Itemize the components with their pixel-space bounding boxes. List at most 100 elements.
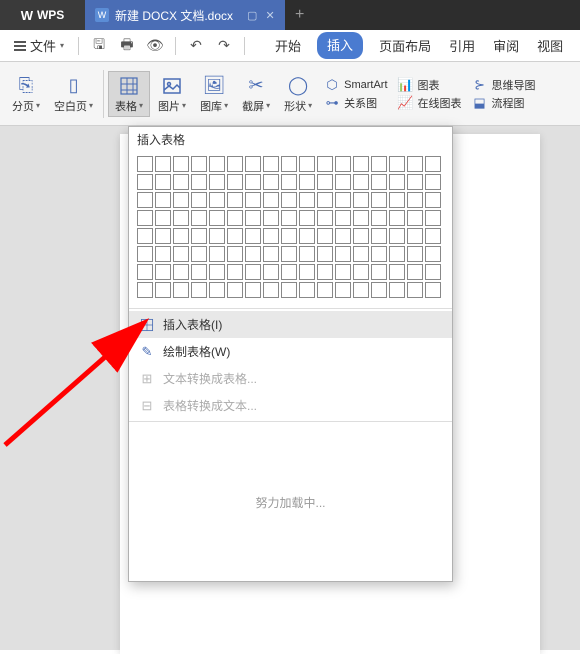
ribbon-table[interactable]: 表格▾ <box>108 71 150 117</box>
grid-cell[interactable] <box>335 282 351 298</box>
ribbon-blank-page[interactable]: ▯ 空白页▾ <box>48 72 99 116</box>
grid-cell[interactable] <box>281 210 297 226</box>
grid-cell[interactable] <box>371 156 387 172</box>
ribbon-smartart[interactable]: ⬡SmartArt <box>324 77 387 93</box>
grid-cell[interactable] <box>335 210 351 226</box>
grid-cell[interactable] <box>245 264 261 280</box>
grid-cell[interactable] <box>263 246 279 262</box>
grid-cell[interactable] <box>281 192 297 208</box>
grid-cell[interactable] <box>407 210 423 226</box>
grid-cell[interactable] <box>389 156 405 172</box>
grid-cell[interactable] <box>191 156 207 172</box>
tab-insert[interactable]: 插入 <box>317 32 363 59</box>
tab-review[interactable]: 审阅 <box>491 32 521 59</box>
redo-icon[interactable]: ↷ <box>212 34 236 58</box>
grid-cell[interactable] <box>407 228 423 244</box>
grid-cell[interactable] <box>353 264 369 280</box>
grid-cell[interactable] <box>425 228 441 244</box>
tab-view[interactable]: 视图 <box>535 32 565 59</box>
grid-cell[interactable] <box>209 246 225 262</box>
grid-cell[interactable] <box>155 210 171 226</box>
grid-cell[interactable] <box>371 192 387 208</box>
ribbon-paging[interactable]: ⎘ 分页▾ <box>6 72 46 116</box>
grid-cell[interactable] <box>371 246 387 262</box>
grid-cell[interactable] <box>191 174 207 190</box>
grid-cell[interactable] <box>137 228 153 244</box>
table-grid-picker[interactable] <box>129 152 452 306</box>
grid-cell[interactable] <box>407 156 423 172</box>
grid-cell[interactable] <box>209 228 225 244</box>
grid-cell[interactable] <box>191 246 207 262</box>
grid-cell[interactable] <box>407 246 423 262</box>
grid-cell[interactable] <box>407 264 423 280</box>
grid-cell[interactable] <box>317 264 333 280</box>
grid-cell[interactable] <box>317 282 333 298</box>
grid-cell[interactable] <box>263 264 279 280</box>
grid-cell[interactable] <box>371 264 387 280</box>
grid-cell[interactable] <box>191 210 207 226</box>
grid-cell[interactable] <box>335 246 351 262</box>
grid-cell[interactable] <box>227 174 243 190</box>
ribbon-flowchart[interactable]: ⬓流程图 <box>472 95 536 111</box>
grid-cell[interactable] <box>263 210 279 226</box>
grid-cell[interactable] <box>191 192 207 208</box>
grid-cell[interactable] <box>173 192 189 208</box>
grid-cell[interactable] <box>281 174 297 190</box>
grid-cell[interactable] <box>209 264 225 280</box>
grid-cell[interactable] <box>353 192 369 208</box>
ribbon-gallery[interactable]: 🖼 图库▾ <box>194 72 234 116</box>
save-icon[interactable]: 🖫 <box>87 34 111 58</box>
grid-cell[interactable] <box>335 192 351 208</box>
grid-cell[interactable] <box>155 228 171 244</box>
grid-cell[interactable] <box>173 156 189 172</box>
grid-cell[interactable] <box>425 282 441 298</box>
grid-cell[interactable] <box>389 228 405 244</box>
tab-close-icon[interactable]: ✕ <box>265 9 274 22</box>
grid-cell[interactable] <box>317 228 333 244</box>
grid-cell[interactable] <box>209 210 225 226</box>
grid-cell[interactable] <box>263 282 279 298</box>
grid-cell[interactable] <box>317 156 333 172</box>
grid-cell[interactable] <box>335 228 351 244</box>
grid-cell[interactable] <box>137 192 153 208</box>
grid-cell[interactable] <box>155 156 171 172</box>
grid-cell[interactable] <box>299 228 315 244</box>
grid-cell[interactable] <box>227 282 243 298</box>
grid-cell[interactable] <box>137 174 153 190</box>
grid-cell[interactable] <box>389 192 405 208</box>
grid-cell[interactable] <box>191 264 207 280</box>
grid-cell[interactable] <box>281 264 297 280</box>
grid-cell[interactable] <box>371 210 387 226</box>
grid-cell[interactable] <box>137 264 153 280</box>
ribbon-screenshot[interactable]: ✂ 截屏▾ <box>236 72 276 116</box>
print-icon[interactable]: 🖶 <box>115 34 139 58</box>
grid-cell[interactable] <box>137 210 153 226</box>
grid-cell[interactable] <box>335 156 351 172</box>
grid-cell[interactable] <box>155 246 171 262</box>
grid-cell[interactable] <box>173 228 189 244</box>
grid-cell[interactable] <box>245 156 261 172</box>
grid-cell[interactable] <box>263 228 279 244</box>
grid-cell[interactable] <box>209 156 225 172</box>
grid-cell[interactable] <box>389 174 405 190</box>
grid-cell[interactable] <box>425 156 441 172</box>
grid-cell[interactable] <box>425 174 441 190</box>
grid-cell[interactable] <box>299 210 315 226</box>
grid-cell[interactable] <box>407 174 423 190</box>
grid-cell[interactable] <box>425 264 441 280</box>
ribbon-mindmap[interactable]: ⊱思维导图 <box>472 77 536 93</box>
grid-cell[interactable] <box>173 264 189 280</box>
grid-cell[interactable] <box>209 174 225 190</box>
grid-cell[interactable] <box>227 192 243 208</box>
ribbon-relation[interactable]: ⊶关系图 <box>324 95 387 111</box>
grid-cell[interactable] <box>371 282 387 298</box>
grid-cell[interactable] <box>281 282 297 298</box>
grid-cell[interactable] <box>299 192 315 208</box>
grid-cell[interactable] <box>299 174 315 190</box>
grid-cell[interactable] <box>209 282 225 298</box>
ribbon-online-chart[interactable]: 📈在线图表 <box>398 95 462 111</box>
grid-cell[interactable] <box>281 228 297 244</box>
grid-cell[interactable] <box>173 282 189 298</box>
grid-cell[interactable] <box>173 210 189 226</box>
grid-cell[interactable] <box>245 210 261 226</box>
